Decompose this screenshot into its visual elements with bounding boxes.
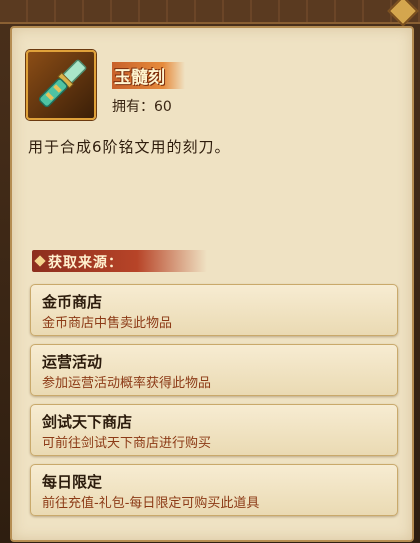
source-card-daily-limited[interactable]: 每日限定 前往充值-礼包-每日限定可购买此道具 [30, 464, 398, 516]
source-card-gold-shop[interactable]: 金币商店 金币商店中售卖此物品 [30, 284, 398, 336]
window-top-bar [0, 0, 420, 24]
owned-count-row: 拥有：60 [112, 96, 172, 116]
item-icon-frame [26, 50, 96, 120]
source-card-event[interactable]: 运营活动 参加运营活动概率获得此物品 [30, 344, 398, 396]
source-card-title: 每日限定 [42, 473, 103, 491]
source-card-subtitle: 参加运营活动概率获得此物品 [42, 376, 212, 391]
source-card-subtitle: 可前往剑试天下商店进行购买 [42, 436, 212, 451]
diamond-bullet-icon [34, 255, 46, 267]
item-description: 用于合成6阶铭文用的刻刀。 [28, 138, 231, 156]
source-card-title: 剑试天下商店 [42, 413, 133, 431]
item-name: 玉髓刻 [112, 62, 185, 89]
owned-count: 60 [154, 99, 172, 115]
source-card-title: 运营活动 [42, 353, 103, 371]
source-card-title: 金币商店 [42, 293, 103, 311]
source-card-arena-shop[interactable]: 剑试天下商店 可前往剑试天下商店进行购买 [30, 404, 398, 456]
owned-label: 拥有： [112, 99, 154, 115]
source-card-subtitle: 前往充值-礼包-每日限定可购买此道具 [42, 496, 260, 511]
source-section-header: 获取来源： [32, 250, 207, 272]
item-detail-window: 玉髓刻 拥有：60 用于合成6阶铭文用的刻刀。 获取来源： 金币商店 金币商店中… [0, 0, 420, 543]
source-card-subtitle: 金币商店中售卖此物品 [42, 316, 173, 331]
item-info-panel: 玉髓刻 拥有：60 用于合成6阶铭文用的刻刀。 获取来源： 金币商店 金币商店中… [10, 26, 414, 542]
carving-knife-icon [38, 59, 87, 108]
source-header-label: 获取来源： [48, 255, 123, 271]
